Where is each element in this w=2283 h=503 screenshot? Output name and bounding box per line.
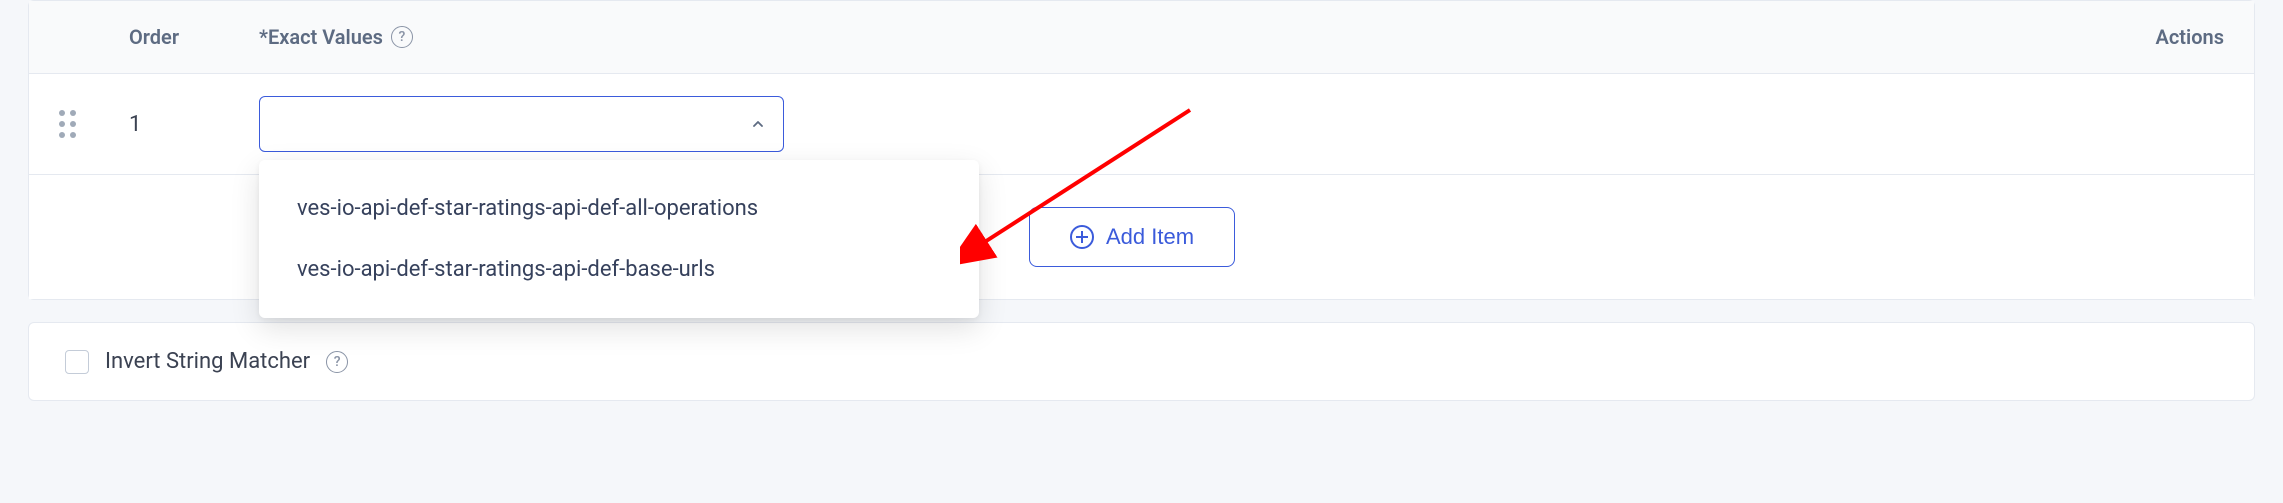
values-column-header: *Exact Values ?: [259, 25, 2104, 49]
add-item-button[interactable]: Add Item: [1029, 207, 1235, 267]
table-header-row: Order *Exact Values ? Actions: [29, 1, 2254, 74]
invert-checkbox[interactable]: [65, 350, 89, 374]
drag-handle[interactable]: [59, 110, 129, 138]
values-header-label: *Exact Values: [259, 25, 383, 49]
invert-label: Invert String Matcher: [105, 349, 310, 374]
dropdown-option[interactable]: ves-io-api-def-star-ratings-api-def-all-…: [259, 178, 979, 239]
chevron-up-icon: [751, 117, 765, 131]
actions-column-header: Actions: [2104, 25, 2224, 49]
plus-circle-icon: [1070, 225, 1094, 249]
dropdown-menu: ves-io-api-def-star-ratings-api-def-all-…: [259, 160, 979, 318]
dropdown-option[interactable]: ves-io-api-def-star-ratings-api-def-base…: [259, 239, 979, 300]
exact-values-table: Order *Exact Values ? Actions 1: [28, 0, 2255, 300]
exact-values-select-container: ves-io-api-def-star-ratings-api-def-all-…: [259, 96, 784, 152]
table-row: 1 ves-io-api-def-star-ratings-api-def-al…: [29, 74, 2254, 175]
drag-dots-icon: [59, 110, 76, 138]
help-icon[interactable]: ?: [326, 351, 348, 373]
invert-string-matcher-section: Invert String Matcher ?: [28, 322, 2255, 401]
exact-values-select[interactable]: [259, 96, 784, 152]
help-icon[interactable]: ?: [391, 26, 413, 48]
order-column-header: Order: [129, 25, 259, 49]
order-value: 1: [129, 112, 259, 137]
add-item-label: Add Item: [1106, 224, 1194, 250]
